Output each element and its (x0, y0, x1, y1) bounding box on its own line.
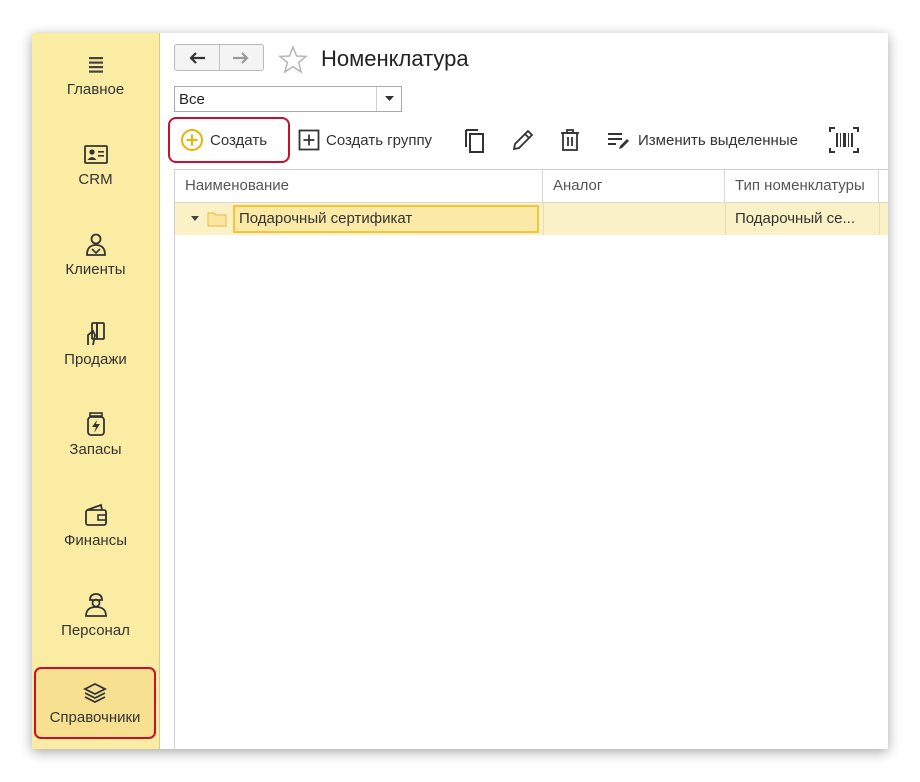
pencil-icon (512, 129, 534, 151)
sidebar-item-clients[interactable]: Клиенты (32, 231, 159, 321)
filter-value: Все (179, 91, 205, 108)
worker-icon (84, 593, 107, 617)
column-divider (725, 203, 726, 235)
sidebar-item-finance[interactable]: Финансы (32, 502, 159, 592)
sidebar-item-label: Запасы (69, 441, 122, 458)
list-edit-icon (608, 133, 629, 149)
sidebar-item-sales[interactable]: Продажи (32, 321, 159, 411)
person-icon (85, 233, 106, 256)
favorite-star-icon[interactable] (278, 45, 308, 75)
menu-lines-icon (88, 57, 103, 73)
stack-icon (82, 682, 108, 704)
page-title: Номенклатура (321, 46, 469, 71)
arrow-left-icon (189, 51, 205, 64)
sidebar-item-stocks[interactable]: Запасы (32, 411, 159, 501)
card-hand-icon (86, 322, 105, 346)
sidebar-item-label: Справочники (49, 709, 141, 726)
copy-button[interactable] (462, 123, 486, 157)
filter-select[interactable]: Все (174, 86, 402, 112)
column-header-type[interactable]: Тип номенклатуры (725, 170, 879, 202)
chevron-down-icon[interactable] (376, 87, 401, 111)
arrow-right-icon (233, 51, 249, 64)
create-button[interactable]: Создать (168, 117, 290, 163)
row-name-cell[interactable]: Подарочный сертификат (233, 205, 539, 233)
column-divider (543, 203, 544, 235)
row-analog-cell (553, 203, 723, 235)
wallet-icon (84, 503, 107, 526)
row-type-cell: Подарочный се... (735, 210, 856, 227)
create-group-label: Создать группу (326, 131, 433, 149)
edit-selected-button[interactable]: Изменить выделенные (606, 123, 798, 157)
trash-icon (561, 129, 579, 151)
sidebar-item-label: Продажи (64, 351, 127, 368)
main-content: Номенклатура Все Создать Создать группу (160, 33, 888, 749)
barcode-icon (829, 127, 859, 153)
column-divider (879, 203, 880, 235)
column-header-name[interactable]: Наименование (175, 170, 543, 202)
sidebar-item-label: CRM (78, 171, 113, 188)
items-table: Наименование Аналог Тип номенклатуры Под… (174, 169, 888, 749)
table-header: Наименование Аналог Тип номенклатуры (175, 170, 888, 203)
expand-triangle-icon[interactable] (191, 216, 199, 222)
delete-button[interactable] (558, 123, 582, 157)
folder-icon (207, 212, 227, 227)
sidebar-item-label: Главное (66, 81, 125, 98)
sidebar-item-crm[interactable]: CRM (32, 141, 159, 231)
contact-card-icon (83, 145, 108, 164)
sidebar-item-main[interactable]: Главное (32, 51, 159, 141)
sidebar: Главное CRM Клиенты Продажи Запасы Финан… (32, 33, 160, 749)
edit-button[interactable] (510, 123, 536, 157)
table-row[interactable]: Подарочный сертификат Подарочный се... (175, 203, 888, 235)
edit-selected-label: Изменить выделенные (638, 131, 798, 149)
create-group-button[interactable]: Создать группу (298, 123, 432, 157)
barcode-button[interactable] (828, 123, 860, 157)
forward-button[interactable] (218, 45, 264, 70)
sidebar-item-label: Персонал (61, 622, 130, 639)
sidebar-item-label: Финансы (64, 532, 127, 549)
history-nav (174, 44, 264, 71)
back-button[interactable] (175, 45, 219, 70)
plus-circle-icon (181, 129, 203, 151)
plus-square-icon (298, 129, 320, 151)
create-button-label: Создать (210, 131, 268, 149)
copy-icon (465, 129, 484, 153)
sidebar-item-label: Клиенты (65, 261, 126, 278)
sidebar-item-references[interactable]: Справочники (34, 667, 156, 739)
app-window: Главное CRM Клиенты Продажи Запасы Финан… (32, 33, 888, 749)
jar-icon (86, 412, 105, 436)
column-header-analog[interactable]: Аналог (543, 170, 725, 202)
